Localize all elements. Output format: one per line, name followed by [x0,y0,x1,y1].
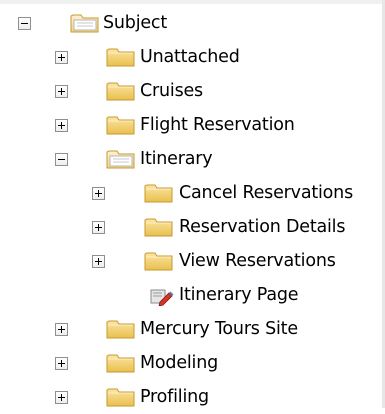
tree-node-label: Itinerary [140,149,213,169]
expand-icon[interactable] [55,85,68,98]
tree-node-label: Reservation Details [179,217,346,237]
folder-open-icon [70,12,100,34]
folder-icon [106,80,136,102]
tree-node-label: Modeling [140,353,219,373]
expand-icon[interactable] [92,187,105,200]
tree-node-label: View Reservations [179,251,336,271]
expand-icon[interactable] [55,357,68,370]
expand-icon[interactable] [55,323,68,336]
tree-node-label: Subject [103,13,168,33]
top-strip [0,0,385,4]
tree-node-modeling[interactable]: Modeling [0,346,385,380]
collapse-icon[interactable] [18,17,31,30]
folder-icon [106,46,136,68]
tree-node-itinerary-page[interactable]: Itinerary Page [0,278,385,312]
folder-icon [144,250,174,272]
tree-node-profiling[interactable]: Profiling [0,380,385,414]
expand-icon[interactable] [92,255,105,268]
tree-node-label: Flight Reservation [140,115,295,135]
folder-icon [144,182,174,204]
subject-tree: Subject Unattached Cruises Flight Reserv… [0,0,385,408]
tree-node-flight-reservation[interactable]: Flight Reservation [0,108,385,142]
tree-node-unattached[interactable]: Unattached [0,40,385,74]
tree-node-label: Unattached [140,47,240,67]
tree-node-cancel-reservations[interactable]: Cancel Reservations [0,176,385,210]
tree-node-cruises[interactable]: Cruises [0,74,385,108]
expand-icon[interactable] [55,51,68,64]
tree-node-mercury-tours-site[interactable]: Mercury Tours Site [0,312,385,346]
tree-node-subject[interactable]: Subject [0,6,385,40]
tree-node-label: Profiling [140,387,209,407]
tree-node-label: Mercury Tours Site [140,319,298,339]
expand-icon[interactable] [92,221,105,234]
folder-open-icon [106,148,136,170]
folder-icon [106,352,136,374]
collapse-icon[interactable] [55,153,68,166]
test-page-icon [148,284,174,307]
tree-node-itinerary[interactable]: Itinerary [0,142,385,176]
folder-icon [106,114,136,136]
tree-node-view-reservations[interactable]: View Reservations [0,244,385,278]
tree-node-label: Cruises [140,81,203,101]
folder-icon [144,216,174,238]
expand-icon[interactable] [55,391,68,404]
expand-icon[interactable] [55,119,68,132]
tree-node-label: Itinerary Page [179,285,299,305]
folder-icon [106,318,136,340]
folder-icon [106,386,136,408]
tree-node-label: Cancel Reservations [179,183,353,203]
tree-node-reservation-details[interactable]: Reservation Details [0,210,385,244]
